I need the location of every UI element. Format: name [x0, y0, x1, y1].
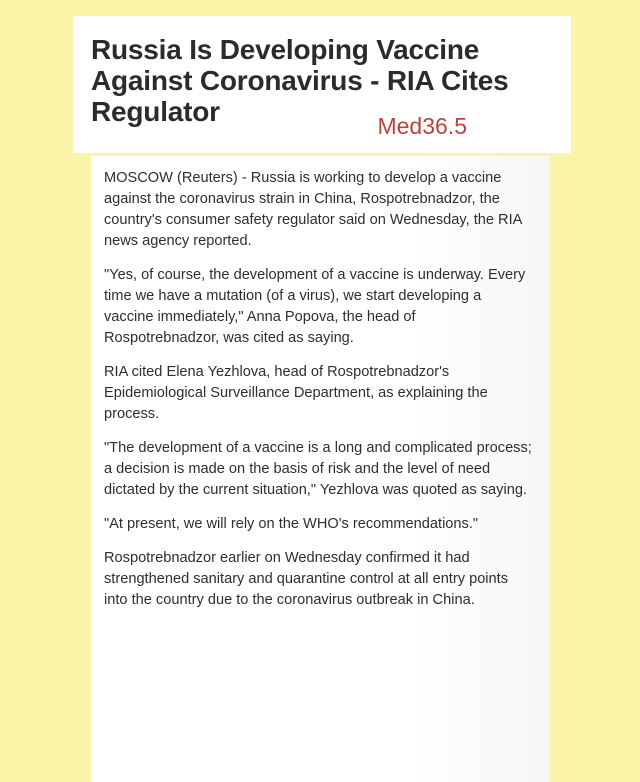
article-paragraph: "The development of a vaccine is a long … — [104, 440, 532, 498]
article-paragraph: MOSCOW (Reuters) - Russia is working to … — [104, 170, 522, 249]
article-card: MOSCOW (Reuters) - Russia is working to … — [91, 156, 550, 782]
article-paragraph: "At present, we will rely on the WHO's r… — [104, 516, 479, 532]
article-body: MOSCOW (Reuters) - Russia is working to … — [104, 168, 532, 611]
article-paragraph: RIA cited Elena Yezhlova, head of Rospot… — [104, 364, 488, 422]
article-headline: Russia Is Developing Vaccine Against Cor… — [91, 34, 509, 127]
source-watermark: Med36.5 — [377, 113, 467, 139]
headline-card: Russia Is Developing Vaccine Against Cor… — [73, 16, 571, 153]
article-paragraph: "Yes, of course, the development of a va… — [104, 267, 526, 346]
article-paragraph: Rospotrebnadzor earlier on Wednesday con… — [104, 550, 509, 608]
